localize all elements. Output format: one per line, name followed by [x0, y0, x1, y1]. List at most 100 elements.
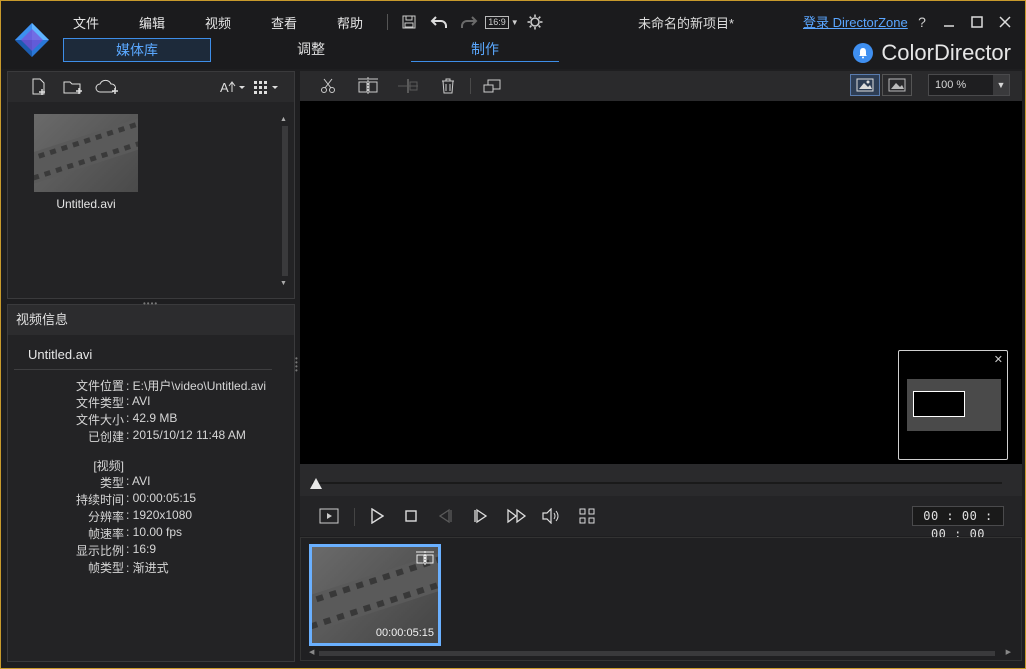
info-label: 文件类型	[75, 396, 124, 410]
info-row-created: 已创建: 2015/10/12 11:48 AM	[8, 428, 288, 445]
brand: ColorDirector	[853, 40, 1011, 66]
library-scrollbar[interactable]: ▲ ▼	[280, 116, 288, 288]
info-value: : 16:9	[126, 542, 157, 556]
notification-bell-icon[interactable]	[853, 43, 874, 63]
menu-bar: 文件 编辑 视频 查看 帮助 16:9 ▼	[53, 11, 550, 33]
split-disabled-icon[interactable]	[394, 74, 422, 98]
trim-icon[interactable]	[354, 74, 382, 98]
split-scissors-icon[interactable]	[314, 74, 342, 98]
save-icon[interactable]	[394, 11, 424, 33]
import-folder-icon[interactable]	[56, 75, 90, 99]
crop-frame-icon[interactable]	[478, 74, 506, 98]
seek-bar[interactable]	[300, 464, 1022, 496]
info-label: 分辨率	[87, 510, 124, 524]
snapshot-grid-icon[interactable]	[574, 504, 600, 528]
timeline-panel: 00:00:05:15 ◀ ▶	[300, 537, 1022, 661]
menu-file[interactable]: 文件	[53, 13, 119, 32]
info-row-size: 文件大小: 42.9 MB	[8, 411, 288, 428]
tab-produce[interactable]: 制作	[411, 38, 559, 62]
timeline-scrollbar[interactable]: ◀ ▶	[309, 649, 1011, 657]
timeline-clip[interactable]: 00:00:05:15	[309, 544, 441, 646]
info-value: : 2015/10/12 11:48 AM	[126, 428, 246, 442]
redo-icon[interactable]	[454, 11, 484, 33]
scroll-up-arrow-icon[interactable]: ▲	[280, 116, 287, 123]
view-grid-icon[interactable]	[250, 75, 284, 99]
info-label: 持续时间	[75, 493, 124, 507]
view-original-toggle[interactable]	[850, 74, 880, 96]
panel-resize-handle[interactable]: ••••	[143, 299, 158, 308]
cloud-import-icon[interactable]	[90, 75, 124, 99]
project-title: 未命名的新项目*	[637, 16, 735, 31]
sort-text-icon[interactable]: A	[216, 75, 250, 99]
info-label: 帧类型	[87, 561, 124, 575]
navigator-viewport[interactable]	[913, 391, 965, 417]
aspect-ratio-dropdown[interactable]: 16:9 ▼	[484, 11, 520, 33]
info-value: : 42.9 MB	[126, 411, 178, 425]
navigator-window: ✕	[898, 350, 1008, 460]
colordirector-logo	[15, 23, 49, 57]
menu-video[interactable]: 视频	[185, 13, 251, 32]
menu-edit[interactable]: 编辑	[119, 13, 185, 32]
media-thumbnail[interactable]	[34, 114, 138, 192]
info-row-aspect: 显示比例: 16:9	[8, 542, 288, 559]
info-row-location: 文件位置: E:\用户\video\Untitled.avi	[8, 377, 288, 394]
info-section-title: [视频]	[93, 459, 124, 473]
tab-adjust[interactable]: 调整	[237, 38, 385, 62]
svg-text:A: A	[220, 80, 229, 94]
trim-icon[interactable]	[416, 551, 434, 568]
info-value: : 00:00:05:15	[126, 491, 197, 505]
settings-gear-icon[interactable]	[520, 11, 550, 33]
chevron-down-icon: ▼	[510, 17, 519, 27]
chevron-down-icon[interactable]: ▼	[993, 75, 1009, 95]
maximize-button[interactable]	[966, 11, 988, 33]
timecode-display: 00 : 00 : 00 : 00	[912, 506, 1004, 541]
navigator-frame[interactable]	[907, 379, 1001, 431]
menu-separator	[387, 14, 388, 30]
info-value: : E:\用户\video\Untitled.avi	[126, 379, 267, 393]
scroll-down-arrow-icon[interactable]: ▼	[280, 280, 287, 287]
divider	[14, 369, 272, 370]
media-library-panel: A Untitled.avi ▲ ▼	[7, 71, 295, 299]
video-info-header: 视频信息	[8, 305, 294, 335]
delete-trash-icon[interactable]	[434, 74, 462, 98]
info-file-name: Untitled.avi	[28, 347, 93, 362]
tab-library[interactable]: 媒体库	[63, 38, 211, 62]
fast-forward-icon[interactable]	[504, 504, 530, 528]
close-button[interactable]	[994, 11, 1016, 33]
play-icon[interactable]	[364, 504, 390, 528]
controls-separator	[354, 508, 355, 526]
import-file-icon[interactable]	[22, 75, 56, 99]
minimize-button[interactable]	[938, 11, 960, 33]
previous-frame-icon[interactable]	[432, 504, 458, 528]
preview-toolbar: 100 % ▼	[300, 71, 1022, 101]
menu-view[interactable]: 查看	[251, 13, 317, 32]
film-strip-icon	[34, 115, 138, 185]
clip-duration: 00:00:05:15	[375, 627, 434, 639]
close-icon[interactable]: ✕	[994, 353, 1003, 366]
brand-name: ColorDirector	[881, 40, 1011, 65]
menu-help[interactable]: 帮助	[317, 13, 383, 32]
splitter-handle[interactable]: • • • •	[295, 355, 299, 375]
aspect-ratio-label: 16:9	[485, 15, 509, 29]
seek-track[interactable]	[312, 482, 1002, 484]
undo-icon[interactable]	[424, 11, 454, 33]
stop-icon[interactable]	[398, 504, 424, 528]
scroll-left-arrow-icon[interactable]: ◀	[309, 648, 314, 656]
help-button[interactable]: ?	[911, 11, 933, 33]
view-result-toggle[interactable]	[882, 74, 912, 96]
scrollbar-track[interactable]	[282, 126, 288, 276]
title-bar: 文件 编辑 视频 查看 帮助 16:9 ▼ 未命名的新项目* 登录 Direct…	[1, 1, 1025, 69]
preview-mode-icon[interactable]	[316, 504, 342, 528]
seek-slider-handle[interactable]	[310, 478, 322, 489]
volume-icon[interactable]	[538, 504, 564, 528]
login-directorzone-link[interactable]: 登录 DirectorZone	[803, 12, 908, 31]
info-label: 类型	[99, 476, 124, 490]
zoom-select[interactable]: 100 % ▼	[928, 74, 1010, 96]
scrollbar-track[interactable]	[319, 651, 995, 656]
info-value: : 渐进式	[126, 561, 169, 575]
info-properties: 文件位置: E:\用户\video\Untitled.avi 文件类型: AVI…	[8, 377, 288, 576]
next-frame-icon[interactable]	[468, 504, 494, 528]
library-toolbar: A	[8, 72, 294, 102]
scroll-right-arrow-icon[interactable]: ▶	[1006, 648, 1011, 656]
zoom-value: 100 %	[935, 79, 967, 91]
